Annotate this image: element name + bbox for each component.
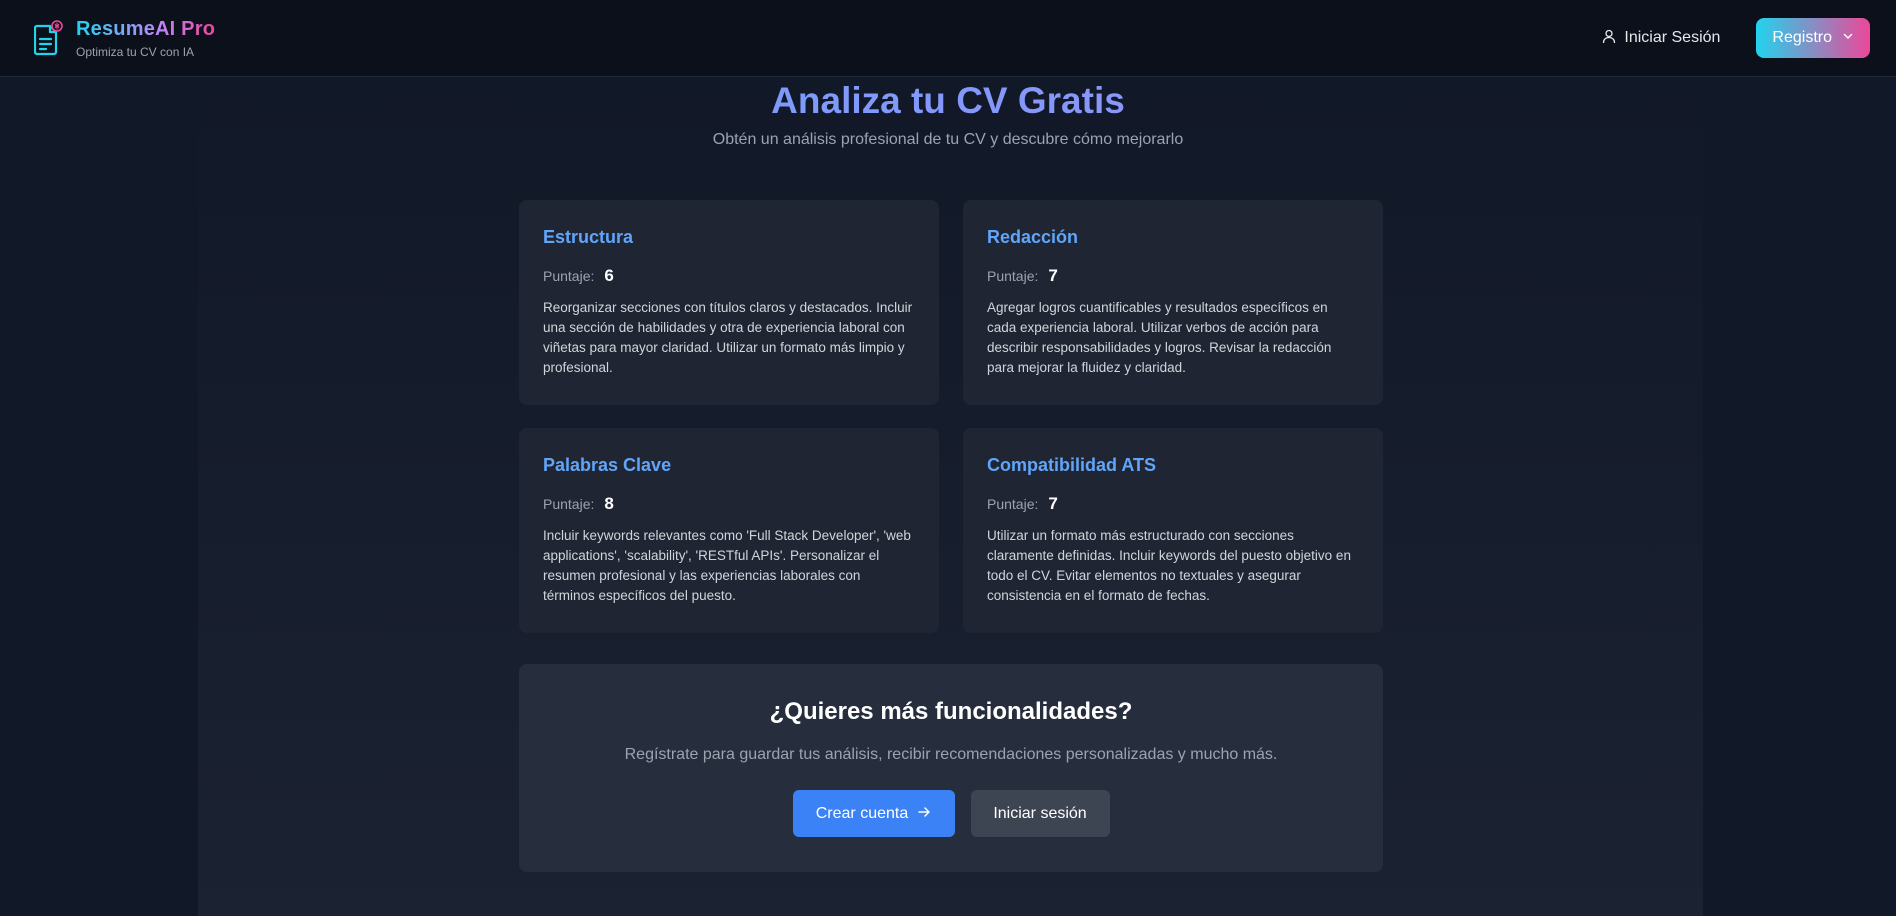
register-button[interactable]: Registro	[1756, 18, 1870, 58]
cta-title: ¿Quieres más funcionalidades?	[769, 698, 1133, 725]
card-description: Agregar logros cuantificables y resultad…	[987, 300, 1332, 375]
score-value: 8	[604, 494, 614, 513]
create-account-label: Crear cuenta	[815, 804, 909, 822]
score-value: 7	[1048, 266, 1058, 285]
analysis-card-writing: Redacción Puntaje: 7 Agregar logros cuan…	[963, 200, 1383, 405]
cta-description: Regístrate para guardar tus análisis, re…	[624, 746, 1278, 763]
card-description: Utilizar un formato más estructurado con…	[987, 528, 1351, 603]
user-icon	[1602, 29, 1616, 48]
score-row: Puntaje: 8	[543, 494, 915, 514]
document-ai-icon	[33, 20, 64, 56]
score-row: Puntaje: 7	[987, 266, 1359, 286]
analysis-card-keywords: Palabras Clave Puntaje: 8 Incluir keywor…	[519, 428, 939, 633]
cta-buttons: Crear cuenta Iniciar sesión	[519, 790, 1383, 837]
login-button-label: Iniciar sesión	[993, 804, 1087, 822]
top-navbar: ResumeAI Pro Optimiza tu CV con IA Inici…	[0, 0, 1896, 77]
login-link[interactable]: Iniciar Sesión	[1602, 29, 1720, 48]
page-subtitle: Obtén un análisis profesional de tu CV y…	[712, 131, 1184, 148]
score-label: Puntaje:	[543, 268, 595, 284]
score-row: Puntaje: 7	[987, 494, 1359, 514]
score-label: Puntaje:	[543, 496, 595, 512]
score-value: 6	[604, 266, 614, 285]
score-row: Puntaje: 6	[543, 266, 915, 286]
login-button[interactable]: Iniciar sesión	[970, 790, 1110, 837]
arrow-right-icon	[918, 805, 931, 823]
brand[interactable]: ResumeAI Pro Optimiza tu CV con IA	[33, 17, 216, 59]
score-label: Puntaje:	[987, 496, 1039, 512]
register-label: Registro	[1772, 29, 1832, 46]
card-title: Estructura	[543, 227, 634, 247]
signup-cta: ¿Quieres más funcionalidades? Regístrate…	[519, 664, 1383, 872]
brand-title: ResumeAI Pro	[76, 17, 216, 40]
score-value: 7	[1048, 494, 1058, 513]
create-account-button[interactable]: Crear cuenta	[792, 790, 955, 837]
brand-subtitle: Optimiza tu CV con IA	[76, 44, 195, 59]
analysis-card-structure: Estructura Puntaje: 6 Reorganizar seccio…	[519, 200, 939, 405]
chevron-down-icon	[1842, 29, 1854, 47]
card-title: Redacción	[987, 227, 1079, 247]
card-description: Reorganizar secciones con títulos claros…	[543, 300, 913, 375]
card-title: Compatibilidad ATS	[987, 455, 1156, 475]
score-label: Puntaje:	[987, 268, 1039, 284]
analysis-card-ats: Compatibilidad ATS Puntaje: 7 Utilizar u…	[963, 428, 1383, 633]
login-label: Iniciar Sesión	[1624, 29, 1721, 46]
card-description: Incluir keywords relevantes como 'Full S…	[543, 528, 911, 603]
page-title: Analiza tu CV Gratis	[0, 80, 1896, 122]
card-title: Palabras Clave	[543, 455, 672, 475]
